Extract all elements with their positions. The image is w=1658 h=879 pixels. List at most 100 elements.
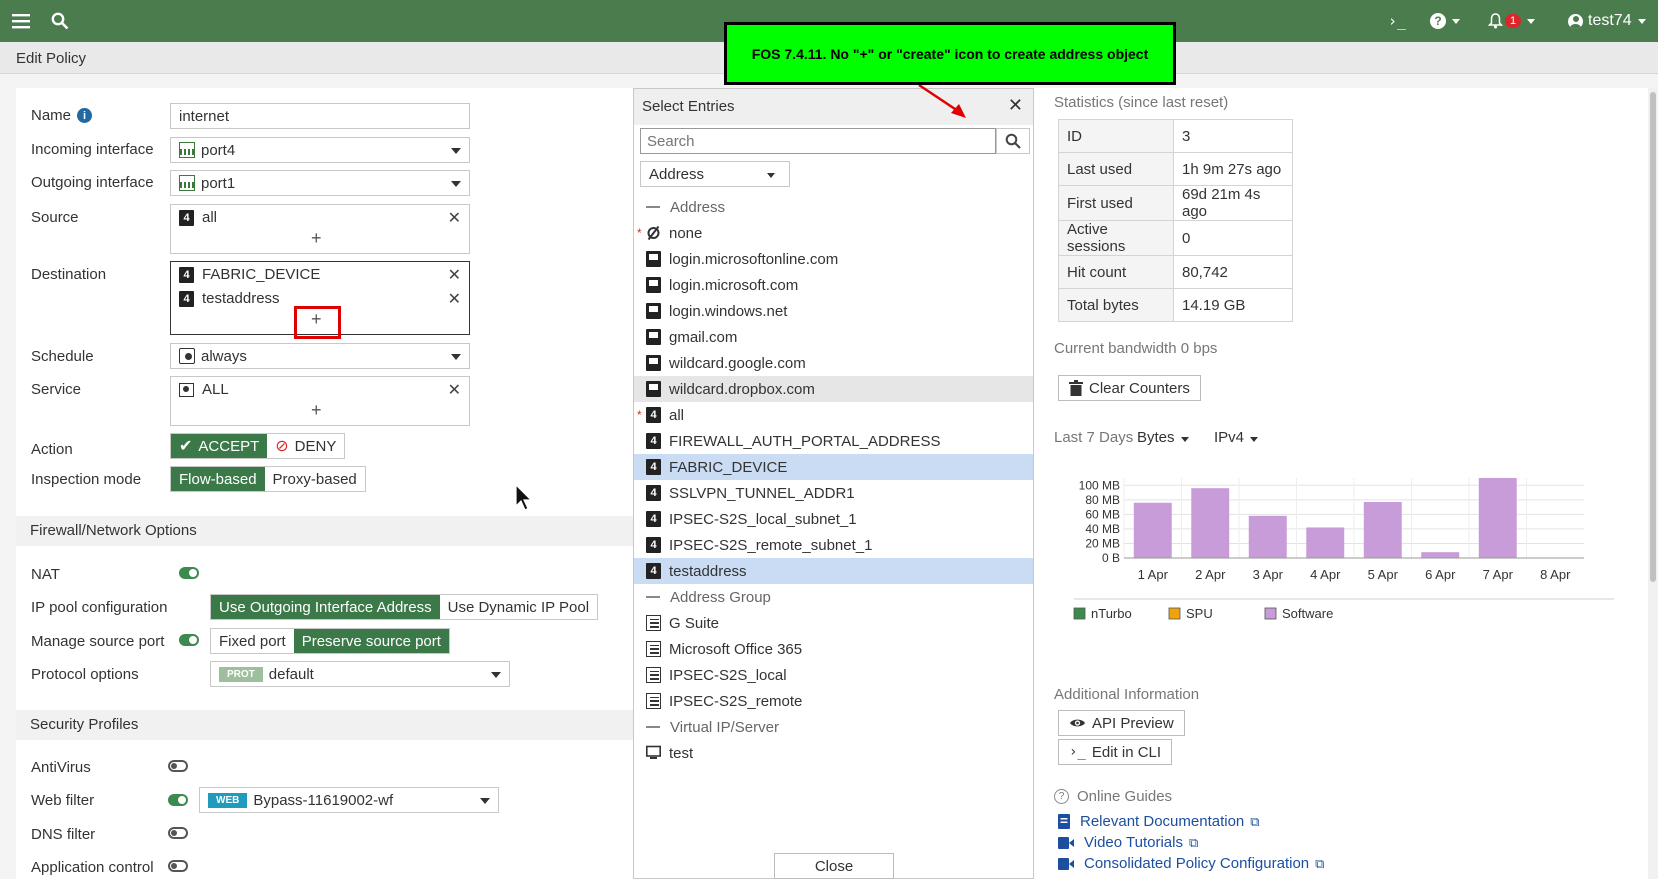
entry-item[interactable]: G Suite — [634, 610, 1033, 636]
incoming-interface-select[interactable]: port4 — [170, 137, 470, 163]
entry-group-header: Address Group — [634, 584, 1033, 610]
stats-row: Hit count 80,742 — [1058, 255, 1293, 289]
deny-button[interactable]: ⊘ DENY — [267, 434, 344, 458]
help-menu[interactable]: ? — [1430, 0, 1460, 42]
entry-item[interactable]: 4 testaddress — [634, 558, 1033, 584]
service-icon — [179, 382, 194, 397]
entry-label: Address Group — [670, 588, 771, 606]
fixed-port-button[interactable]: Fixed port — [211, 629, 294, 653]
accept-button[interactable]: ✔ ACCEPT — [171, 434, 268, 458]
application-control-toggle[interactable] — [168, 860, 188, 872]
dns-filter-toggle[interactable] — [168, 827, 188, 839]
entry-group-header: Address — [634, 194, 1033, 220]
cli-icon: ›_ — [1069, 744, 1086, 760]
service-field[interactable]: ALL ✕ + — [170, 376, 470, 426]
entry-item[interactable]: IPSEC-S2S_local — [634, 662, 1033, 688]
nat-toggle[interactable] — [179, 567, 199, 579]
entry-item[interactable]: login.microsoftonline.com — [634, 246, 1033, 272]
entry-item[interactable]: 4 FIREWALL_AUTH_PORTAL_ADDRESS — [634, 428, 1033, 454]
preserve-source-port-button[interactable]: Preserve source port — [293, 629, 449, 653]
scrollbar-thumb[interactable] — [1650, 92, 1656, 582]
consolidated-policy-link[interactable]: Consolidated Policy Configuration ⧉ — [1058, 855, 1324, 872]
statistics-table: ID 3 Last used 1h 9m 27s ago First used 69d 2… — [1058, 119, 1293, 322]
source-field[interactable]: 4 all ✕ + — [170, 204, 470, 254]
notifications-menu[interactable]: 1 — [1488, 0, 1536, 42]
entry-item[interactable]: 4 IPSEC-S2S_remote_subnet_1 — [634, 532, 1033, 558]
api-preview-button[interactable]: API Preview — [1058, 710, 1185, 736]
add-service-button[interactable]: + — [311, 400, 322, 421]
required-marker: * — [637, 408, 642, 422]
entry-label: wildcard.dropbox.com — [669, 380, 815, 398]
entry-item[interactable]: wildcard.google.com — [634, 350, 1033, 376]
source-port-toggle[interactable] — [179, 634, 199, 646]
inspection-mode-toggle: Flow-based Proxy-based — [170, 466, 366, 492]
schedule-label: Schedule — [31, 348, 94, 365]
entry-item[interactable]: 4 SSLVPN_TUNNEL_ADDR1 — [634, 480, 1033, 506]
flow-based-button[interactable]: Flow-based — [171, 467, 265, 491]
proxy-based-button[interactable]: Proxy-based — [265, 467, 365, 491]
fqdn-address-icon — [646, 329, 661, 345]
add-source-button[interactable]: + — [311, 228, 322, 249]
menu-icon[interactable] — [12, 0, 30, 42]
close-button[interactable]: Close — [774, 853, 894, 879]
antivirus-toggle[interactable] — [168, 760, 188, 772]
relevant-documentation-link[interactable]: Relevant Documentation ⧉ — [1058, 813, 1260, 830]
address-group-icon — [646, 693, 661, 709]
entry-item[interactable]: test — [634, 740, 1033, 766]
entry-label: IPSEC-S2S_remote_subnet_1 — [669, 536, 873, 554]
entry-item[interactable]: login.microsoft.com — [634, 272, 1033, 298]
clear-counters-button[interactable]: Clear Counters — [1058, 375, 1201, 401]
search-icon[interactable] — [51, 0, 69, 42]
close-icon[interactable]: ✕ — [1008, 95, 1023, 116]
entry-item[interactable]: login.windows.net — [634, 298, 1033, 324]
entry-item[interactable]: gmail.com — [634, 324, 1033, 350]
schedule-select[interactable]: always — [170, 343, 470, 369]
remove-icon[interactable]: ✕ — [448, 380, 461, 400]
entry-item[interactable]: IPSEC-S2S_remote — [634, 688, 1033, 714]
entry-item[interactable]: 4 FABRIC_DEVICE — [634, 454, 1033, 480]
use-dynamic-ip-pool-button[interactable]: Use Dynamic IP Pool — [440, 595, 597, 619]
web-filter-select[interactable]: WEB Bypass-11619002-wf — [199, 787, 499, 813]
outgoing-interface-select[interactable]: port1 — [170, 170, 470, 196]
video-tutorials-link[interactable]: Video Tutorials ⧉ — [1058, 834, 1198, 851]
remove-icon[interactable]: ✕ — [448, 289, 461, 309]
ip-version-dropdown[interactable]: IPv4 — [1214, 429, 1259, 446]
y-tick-label: 20 MB — [1085, 536, 1120, 550]
entry-item[interactable]: Microsoft Office 365 — [634, 636, 1033, 662]
ipv4-address-icon: 4 — [646, 407, 661, 423]
entry-item[interactable]: * 4 all — [634, 402, 1033, 428]
info-icon[interactable]: i — [77, 108, 93, 123]
entry-item[interactable]: 4 IPSEC-S2S_local_subnet_1 — [634, 506, 1033, 532]
use-outgoing-interface-button[interactable]: Use Outgoing Interface Address — [211, 595, 440, 619]
ip-pool-label: IP pool configuration — [31, 599, 168, 616]
statistics-title: Statistics (since last reset) — [1054, 94, 1229, 111]
legend-swatch — [1264, 607, 1277, 620]
ipv4-address-icon: 4 — [646, 511, 661, 527]
stats-value: 3 — [1173, 119, 1293, 153]
entry-label: Address — [670, 198, 726, 216]
search-input[interactable] — [640, 128, 996, 154]
cli-console-icon[interactable]: ›_ — [1388, 0, 1406, 42]
protocol-options-select[interactable]: PROT default — [210, 661, 510, 687]
none-address-icon — [646, 225, 661, 241]
bar — [1191, 488, 1230, 558]
legend-swatch — [1073, 607, 1086, 620]
entry-item[interactable]: * none — [634, 220, 1033, 246]
web-filter-toggle[interactable] — [168, 794, 188, 806]
entry-type-select[interactable]: Address — [640, 161, 790, 187]
user-menu[interactable]: test74 — [1568, 0, 1646, 42]
x-tick-label: 3 Apr — [1253, 567, 1284, 582]
remove-icon[interactable]: ✕ — [448, 208, 461, 228]
destination-label: Destination — [31, 266, 107, 283]
stats-row: First used 69d 21m 4s ago — [1058, 185, 1293, 221]
remove-icon[interactable]: ✕ — [448, 265, 461, 285]
name-input[interactable]: internet — [170, 103, 470, 129]
mouse-cursor-icon — [515, 484, 533, 511]
entry-item[interactable]: wildcard.dropbox.com — [634, 376, 1033, 402]
entry-label: IPSEC-S2S_remote — [669, 692, 803, 710]
eye-icon — [1070, 719, 1085, 727]
search-button[interactable] — [996, 128, 1030, 154]
stats-row: Active sessions 0 — [1058, 220, 1293, 256]
unit-dropdown[interactable]: Bytes — [1137, 429, 1189, 446]
edit-in-cli-button[interactable]: ›_ Edit in CLI — [1058, 739, 1173, 765]
